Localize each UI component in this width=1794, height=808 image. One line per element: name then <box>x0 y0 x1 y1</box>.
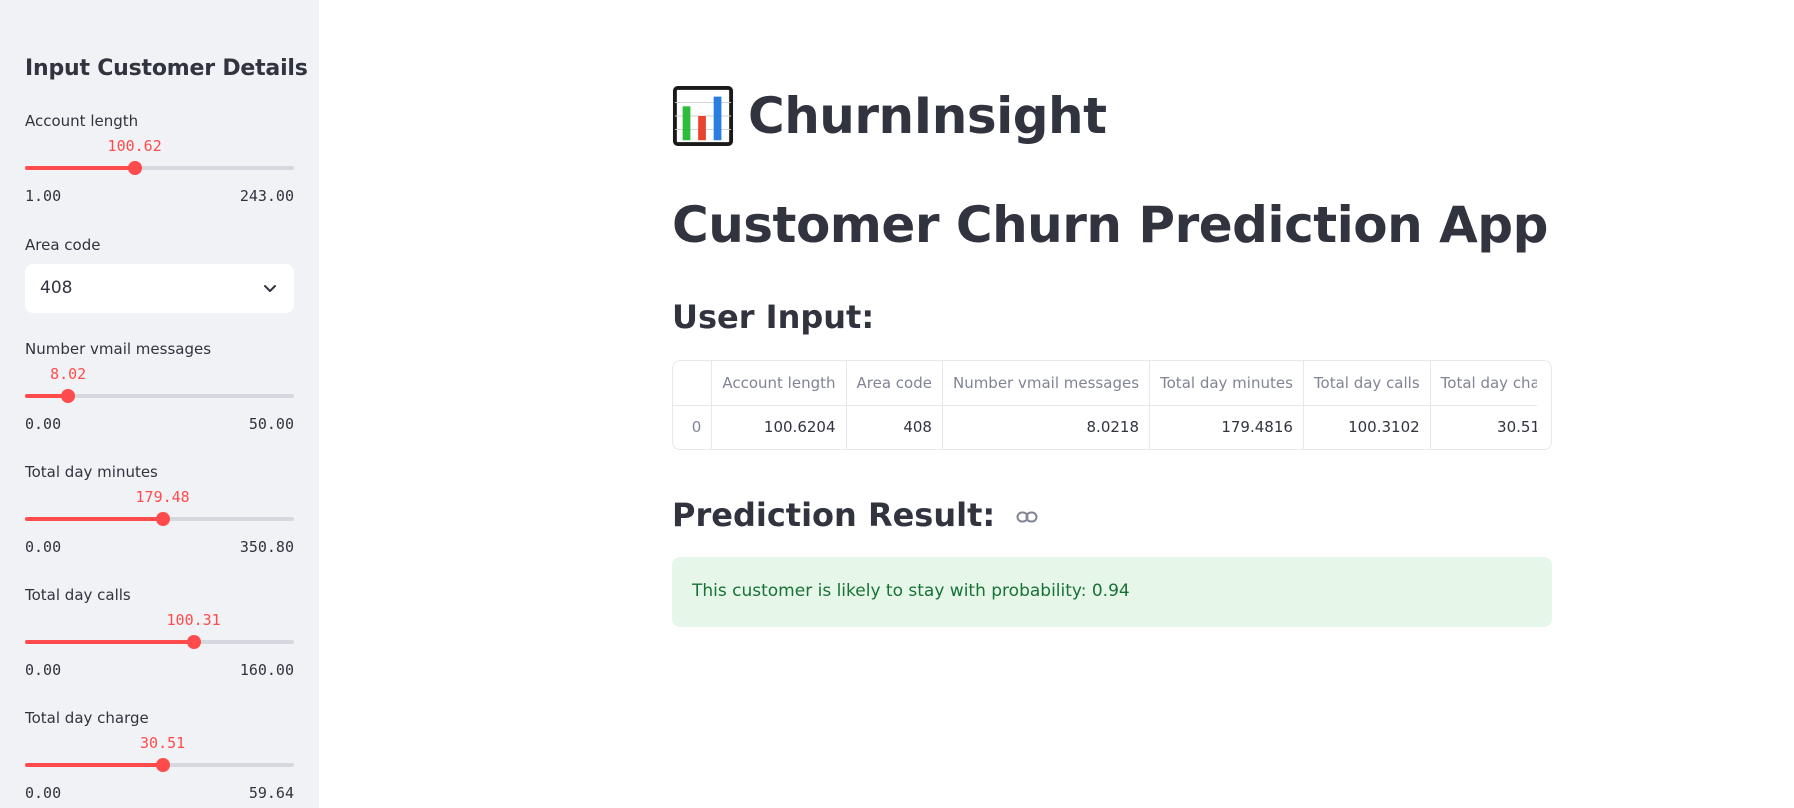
prediction-text: This customer is likely to stay with pro… <box>692 581 1130 601</box>
account-length-label: Account length <box>25 112 139 130</box>
account-length-min: 1.00 <box>25 187 62 205</box>
day-minutes-slider[interactable] <box>25 512 294 526</box>
brand-header: ChurnInsight <box>672 84 1107 148</box>
day-minutes-value: 179.48 <box>135 488 190 506</box>
day-charge-value: 30.51 <box>140 734 186 752</box>
row-index[interactable]: 0 <box>673 405 713 449</box>
user-input-table[interactable]: Account length Area code Number vmail me… <box>672 360 1552 450</box>
prediction-heading-row: Prediction Result: <box>672 496 1038 534</box>
column-header[interactable]: Total day calls <box>1303 361 1431 406</box>
chevron-down-icon <box>264 285 276 292</box>
column-header-index[interactable] <box>673 361 713 406</box>
sidebar: Input Customer Details Account length 10… <box>0 0 319 808</box>
table-cell[interactable]: 100.6204 <box>711 405 847 449</box>
column-header[interactable]: Account length <box>711 361 847 406</box>
column-header[interactable]: Number vmail messages <box>942 361 1151 406</box>
vmail-messages-min: 0.00 <box>25 415 62 433</box>
table-cell[interactable]: 100.3102 <box>1303 405 1431 449</box>
area-code-selected: 408 <box>40 278 73 298</box>
link-icon[interactable] <box>1016 510 1038 524</box>
day-calls-slider[interactable] <box>25 635 294 649</box>
slider-thumb[interactable] <box>61 389 76 403</box>
table-scroll-edge <box>1537 361 1551 449</box>
day-minutes-label: Total day minutes <box>25 463 158 481</box>
slider-fill <box>25 640 194 644</box>
account-length-max: 243.00 <box>239 187 294 205</box>
table-cell[interactable]: 408 <box>846 405 943 449</box>
area-code-select[interactable]: 408 <box>25 264 294 313</box>
bar-chart-icon <box>672 85 734 147</box>
day-calls-value: 100.31 <box>166 611 221 629</box>
slider-thumb[interactable] <box>155 512 170 526</box>
table-row: 0 100.6204 408 8.0218 179.4816 100.3102 … <box>673 405 1551 449</box>
vmail-messages-slider[interactable] <box>25 389 294 403</box>
day-minutes-max: 350.80 <box>239 538 294 556</box>
vmail-messages-value: 8.02 <box>50 365 87 383</box>
slider-thumb[interactable] <box>127 161 142 175</box>
table-cell[interactable]: 179.4816 <box>1149 405 1304 449</box>
day-minutes-min: 0.00 <box>25 538 62 556</box>
table-cell[interactable]: 8.0218 <box>942 405 1151 449</box>
column-header[interactable]: Area code <box>846 361 943 406</box>
sidebar-title: Input Customer Details <box>25 56 308 81</box>
vmail-messages-max: 50.00 <box>248 415 294 433</box>
day-charge-slider[interactable] <box>25 758 294 772</box>
prediction-heading: Prediction Result: <box>672 496 996 534</box>
prediction-success-alert: This customer is likely to stay with pro… <box>672 557 1552 627</box>
day-charge-min: 0.00 <box>25 784 62 802</box>
page-title: Customer Churn Prediction App <box>672 196 1548 254</box>
day-calls-min: 0.00 <box>25 661 62 679</box>
account-length-value: 100.62 <box>107 137 162 155</box>
column-header[interactable]: Total day minutes <box>1149 361 1304 406</box>
column-header[interactable]: Total day cha <box>1430 361 1551 406</box>
table-header-row: Account length Area code Number vmail me… <box>673 361 1551 406</box>
user-input-heading: User Input: <box>672 298 875 336</box>
area-code-label: Area code <box>25 236 101 254</box>
day-calls-label: Total day calls <box>25 586 131 604</box>
slider-thumb[interactable] <box>186 635 201 649</box>
slider-fill <box>25 166 135 170</box>
vmail-messages-label: Number vmail messages <box>25 340 212 358</box>
slider-thumb[interactable] <box>155 758 170 772</box>
day-charge-label: Total day charge <box>25 709 149 727</box>
slider-fill <box>25 763 163 767</box>
day-charge-max: 59.64 <box>248 784 294 802</box>
account-length-slider[interactable] <box>25 161 294 175</box>
brand-title: ChurnInsight <box>748 87 1107 145</box>
day-calls-max: 160.00 <box>239 661 294 679</box>
slider-fill <box>25 517 163 521</box>
table-cell[interactable]: 30.51 <box>1430 405 1551 449</box>
